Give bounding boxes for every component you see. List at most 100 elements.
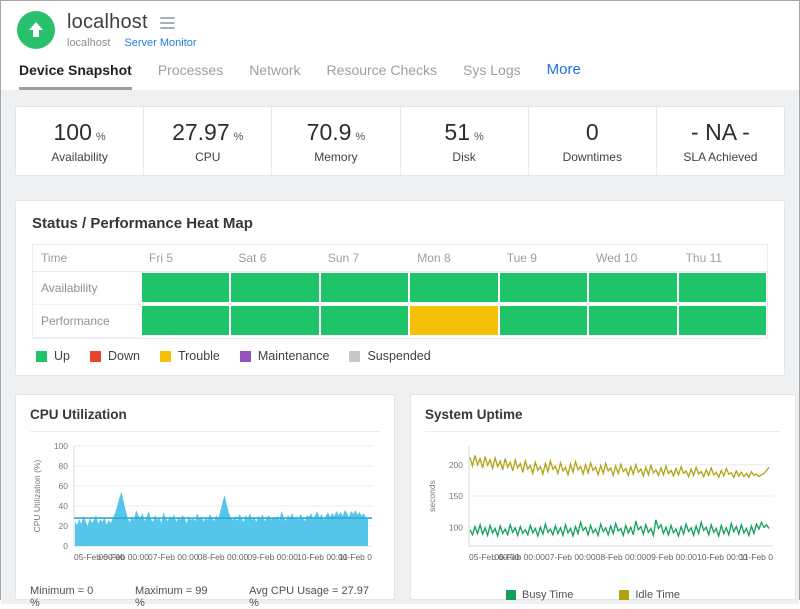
heatmap-cell-performance-thu-11[interactable]: [678, 305, 767, 336]
cpu-summary: Minimum = 0 % Maximum = 99 % Avg CPU Usage…: [30, 585, 380, 609]
svg-text:08-Feb 00:00: 08-Feb 00:00: [596, 552, 647, 562]
legend-label: Busy Time: [522, 589, 573, 601]
stat-sla-achieved: - NA -SLA Achieved: [656, 107, 784, 175]
stat-value: 70.9: [307, 119, 352, 146]
device-up-status-icon: [17, 11, 55, 49]
heatmap-table: TimeFri 5Sat 6Sun 7Mon 8Tue 9Wed 10Thu 1…: [32, 244, 768, 339]
heatmap-row-label: Performance: [33, 305, 141, 338]
svg-text:80: 80: [59, 461, 69, 471]
stat-disk: 51% Disk: [400, 107, 528, 175]
legend-label: Suspended: [367, 349, 430, 363]
legend-label: Idle Time: [635, 589, 680, 601]
svg-text:40: 40: [59, 501, 69, 511]
legend-item-trouble: Trouble: [160, 349, 220, 363]
cpu-summary-minimum: Minimum = 0 %: [30, 585, 105, 609]
uptime-legend: Busy Time Idle Time: [425, 589, 781, 601]
svg-text:60: 60: [59, 481, 69, 491]
tab-network[interactable]: Network: [249, 62, 300, 90]
stat-value: 100: [54, 119, 92, 146]
heatmap-cell-availability-sat-6[interactable]: [230, 272, 319, 303]
heatmap-row-availability: Availability: [33, 272, 767, 305]
legend-swatch-icon: [619, 590, 629, 600]
stat-label: Disk: [452, 150, 475, 164]
svg-text:0: 0: [63, 541, 68, 551]
stats-card: 100%Availability 27.97% CPU 70.9%Memory 51% D…: [15, 106, 785, 176]
svg-text:09-Feb 00:00: 09-Feb 00:00: [247, 552, 298, 562]
legend-swatch-icon: [160, 351, 171, 362]
svg-text:09-Feb 00:00: 09-Feb 00:00: [646, 552, 697, 562]
svg-text:07-Feb 00:00: 07-Feb 00:00: [148, 552, 199, 562]
breadcrumb-host: localhost: [67, 37, 110, 49]
heatmap-cell-performance-mon-8[interactable]: [409, 305, 498, 336]
heatmap-cell-performance-wed-10[interactable]: [588, 305, 677, 336]
heatmap-cell-availability-tue-9[interactable]: [499, 272, 588, 303]
stat-label: SLA Achieved: [683, 150, 757, 164]
heatmap-legend: UpDownTroubleMaintenanceSuspended: [32, 349, 768, 363]
tab-more[interactable]: More: [547, 61, 581, 90]
legend-item-down: Down: [90, 349, 140, 363]
cpu-summary-maximum: Maximum = 99 %: [135, 585, 219, 609]
heatmap-cell-availability-thu-11[interactable]: [678, 272, 767, 303]
legend-swatch-icon: [506, 590, 516, 600]
stat-unit: %: [234, 131, 244, 143]
tab-bar: Device Snapshot Processes Network Resource …: [1, 49, 799, 90]
heatmap-header-row: TimeFri 5Sat 6Sun 7Mon 8Tue 9Wed 10Thu 1…: [33, 245, 767, 272]
heatmap-row-performance: Performance: [33, 305, 767, 338]
stat-unit: %: [355, 131, 365, 143]
tab-device-snapshot[interactable]: Device Snapshot: [19, 62, 132, 90]
cpu-utilization-card: CPU Utilization 0 20 40 60 80 100 CPU Utilizat…: [15, 394, 395, 600]
heatmap-cell-performance-fri-5[interactable]: [141, 305, 230, 336]
stat-cpu: 27.97% CPU: [143, 107, 271, 175]
app-header: localhost localhost Server Monitor: [1, 1, 799, 49]
heatmap-cell-performance-sat-6[interactable]: [230, 305, 319, 336]
stat-value: 51: [444, 119, 470, 146]
uptime-legend-idle-time: Idle Time: [619, 589, 680, 601]
stat-label: Downtimes: [563, 150, 622, 164]
svg-text:06-Feb 00:00: 06-Feb 00:00: [494, 552, 545, 562]
svg-text:11-Feb 0: 11-Feb 0: [339, 552, 373, 562]
stat-label: CPU: [195, 150, 220, 164]
stat-availability: 100%Availability: [16, 107, 143, 175]
heatmap-cell-availability-wed-10[interactable]: [588, 272, 677, 303]
legend-item-suspended: Suspended: [349, 349, 430, 363]
heatmap-column-fri-5: Fri 5: [141, 245, 230, 272]
page-content: 100%Availability27.97%CPU70.9%Memory51%D…: [1, 90, 799, 604]
heatmap-cell-performance-tue-9[interactable]: [499, 305, 588, 336]
svg-text:seconds: seconds: [427, 480, 437, 512]
svg-text:11-Feb 0: 11-Feb 0: [740, 552, 774, 562]
svg-text:100: 100: [449, 522, 463, 532]
heatmap-row-label: Availability: [33, 272, 141, 305]
legend-swatch-icon: [90, 351, 101, 362]
cpu-utilization-chart: 020406080100CPU Utilization (%)05-Feb 00…: [30, 440, 380, 570]
legend-label: Up: [54, 349, 70, 363]
svg-text:100: 100: [54, 441, 68, 451]
heatmap-cell-availability-fri-5[interactable]: [141, 272, 230, 303]
stat-unit: %: [474, 131, 484, 143]
tab-sys-logs[interactable]: Sys Logs: [463, 62, 521, 90]
hamburger-menu-icon[interactable]: [160, 14, 175, 32]
stat-unit: %: [96, 131, 106, 143]
heatmap-cell-availability-mon-8[interactable]: [409, 272, 498, 303]
system-uptime-chart: 100150200seconds05-Feb 00:0006-Feb 00:00…: [425, 440, 781, 570]
heatmap-column-sun-7: Sun 7: [320, 245, 409, 272]
heatmap-cell-availability-sun-7[interactable]: [320, 272, 409, 303]
tab-resource-checks[interactable]: Resource Checks: [327, 62, 438, 90]
breadcrumb: localhost Server Monitor: [67, 37, 197, 49]
stat-value: 27.97: [172, 119, 230, 146]
heatmap-cell-performance-sun-7[interactable]: [320, 305, 409, 336]
svg-text:20: 20: [59, 521, 69, 531]
stat-memory: 70.9%Memory: [271, 107, 399, 175]
system-uptime-card: System Uptime 100150200seconds05-Feb 00:…: [410, 394, 796, 600]
tab-processes[interactable]: Processes: [158, 62, 223, 90]
svg-text:CPU Utilization (%): CPU Utilization (%): [32, 459, 42, 532]
cpu-chart-title: CPU Utilization: [30, 407, 380, 432]
cpu-summary-avg-cpu-usage: Avg CPU Usage = 27.97 %: [249, 585, 380, 609]
breadcrumb-app-link[interactable]: Server Monitor: [124, 37, 196, 49]
uptime-chart-title: System Uptime: [425, 407, 781, 432]
uptime-legend-busy-time: Busy Time: [506, 589, 573, 601]
svg-text:150: 150: [449, 491, 463, 501]
stat-value: 0: [586, 119, 599, 146]
legend-label: Down: [108, 349, 140, 363]
heatmap-column-sat-6: Sat 6: [230, 245, 319, 272]
legend-item-up: Up: [36, 349, 70, 363]
